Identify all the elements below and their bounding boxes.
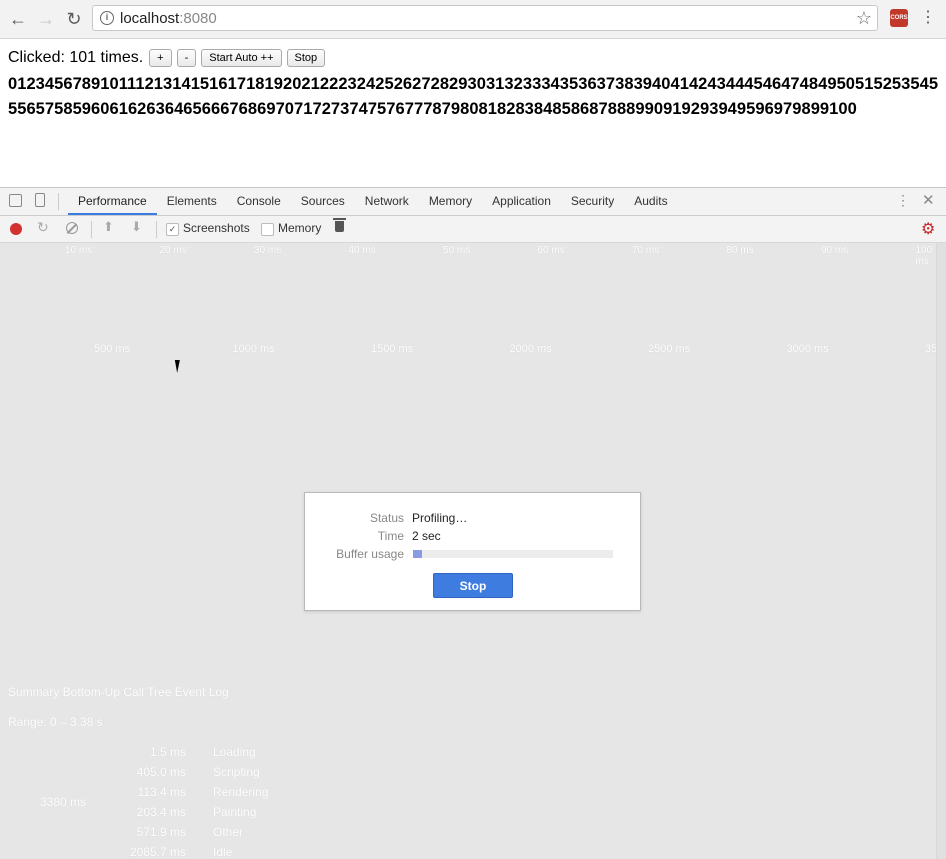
click-counter-text: Clicked: 101 times. bbox=[8, 49, 143, 67]
summary-row-value: 405.0 ms bbox=[0, 765, 186, 779]
load-profile-icon[interactable]: ⬆ bbox=[103, 219, 114, 235]
profiling-dialog: Status Profiling… Time 2 sec Buffer usag… bbox=[304, 492, 641, 611]
time-row: Time 2 sec bbox=[305, 529, 642, 545]
summary-row-value: 2085.7 ms bbox=[0, 845, 186, 859]
memory-checkbox[interactable] bbox=[261, 223, 274, 236]
divider bbox=[91, 221, 92, 238]
decrement-button[interactable]: - bbox=[177, 49, 197, 67]
memory-label: Memory bbox=[278, 221, 321, 235]
summary-row-label: Scripting bbox=[213, 765, 260, 779]
info-icon[interactable]: i bbox=[100, 11, 114, 25]
numbers-text: 0123456789101112131415161718192021222324… bbox=[8, 72, 943, 122]
summary-row-value: 113.4 ms bbox=[0, 785, 186, 799]
devtools-tabbar: PerformanceElementsConsoleSourcesNetwork… bbox=[0, 188, 946, 216]
overview-tick-label: 80 ms bbox=[727, 245, 754, 256]
time-label: Time bbox=[378, 529, 404, 543]
summary-row-value: 203.4 ms bbox=[0, 805, 186, 819]
divider bbox=[58, 193, 59, 210]
overview-tick-label: 40 ms bbox=[349, 245, 376, 256]
summary-row-label: Idle bbox=[213, 845, 232, 859]
screenshots-label: Screenshots bbox=[183, 221, 250, 235]
main-ruler: 500 ms 1000 ms 1500 ms 2000 ms 2500 ms 3000 m… bbox=[0, 343, 946, 357]
url-text[interactable]: localhost:8080 bbox=[120, 10, 217, 27]
overview-tick-label: 30 ms bbox=[254, 245, 281, 256]
summary-row-label: Other bbox=[213, 825, 243, 839]
main-tick-label: 3000 ms bbox=[787, 343, 829, 355]
inspect-element-icon[interactable] bbox=[9, 194, 22, 207]
scroll-strip[interactable] bbox=[936, 243, 946, 859]
tab-memory[interactable]: Memory bbox=[419, 188, 482, 215]
summary-row-label: Loading bbox=[213, 745, 256, 759]
arrow-left-icon[interactable]: ← bbox=[6, 7, 30, 31]
divider bbox=[156, 221, 157, 238]
tab-performance[interactable]: Performance bbox=[68, 188, 157, 215]
url-host: localhost bbox=[120, 10, 179, 27]
time-value: 2 sec bbox=[412, 529, 441, 543]
status-row: Status Profiling… bbox=[305, 511, 642, 527]
buffer-usage-bar bbox=[413, 550, 613, 558]
summary-row-label: Rendering bbox=[213, 785, 268, 799]
close-icon[interactable]: ✕ bbox=[922, 191, 935, 209]
tab-application[interactable]: Application bbox=[482, 188, 561, 215]
performance-toolbar: ↻ ⬆ ⬇ ✓ Screenshots Memory ⚙ bbox=[0, 216, 946, 243]
main-tick-label: 1500 ms bbox=[371, 343, 413, 355]
clear-icon[interactable] bbox=[66, 222, 78, 234]
address-bar[interactable]: i localhost:8080 ☆ bbox=[92, 5, 878, 31]
overview-tick-label: 90 ms bbox=[821, 245, 848, 256]
overview-tick-label: 60 ms bbox=[538, 245, 565, 256]
more-options-icon[interactable]: ⋮ bbox=[896, 192, 910, 209]
start-auto-button[interactable]: Start Auto ++ bbox=[201, 49, 281, 67]
cors-extension-icon[interactable]: CORS bbox=[890, 9, 908, 27]
summary-row-value: 1.5 ms bbox=[0, 745, 186, 759]
overview-tick-label: 70 ms bbox=[632, 245, 659, 256]
record-icon[interactable] bbox=[10, 223, 22, 235]
status-label: Status bbox=[370, 511, 404, 525]
page-content: Clicked: 101 times. + - Start Auto ++ St… bbox=[0, 39, 946, 187]
devtools-tabs: PerformanceElementsConsoleSourcesNetwork… bbox=[68, 188, 678, 215]
buffer-usage-fill bbox=[413, 550, 422, 558]
tab-audits[interactable]: Audits bbox=[624, 188, 677, 215]
main-tick-label: 500 ms bbox=[94, 343, 130, 355]
counter-row: Clicked: 101 times. + - Start Auto ++ St… bbox=[8, 49, 330, 67]
save-profile-icon[interactable]: ⬇ bbox=[131, 219, 142, 235]
tab-elements[interactable]: Elements bbox=[157, 188, 227, 215]
tab-console[interactable]: Console bbox=[227, 188, 291, 215]
arrow-right-icon[interactable]: → bbox=[34, 7, 58, 31]
overview-tick-label: 20 ms bbox=[160, 245, 187, 256]
buffer-label: Buffer usage bbox=[336, 547, 404, 561]
device-toolbar-icon[interactable] bbox=[35, 193, 45, 207]
star-icon[interactable]: ☆ bbox=[856, 8, 872, 29]
stop-button[interactable]: Stop bbox=[287, 49, 326, 67]
summary-row-label: Painting bbox=[213, 805, 256, 819]
tab-sources[interactable]: Sources bbox=[291, 188, 355, 215]
more-menu-icon[interactable]: ⋮ bbox=[920, 9, 936, 29]
main-tick-label: 2500 ms bbox=[648, 343, 690, 355]
main-tick-label: 2000 ms bbox=[510, 343, 552, 355]
overview-tick-label: 10 ms bbox=[65, 245, 92, 256]
mouse-cursor bbox=[175, 360, 187, 373]
stop-profiling-button[interactable]: Stop bbox=[433, 573, 513, 598]
overview-ruler: 10 ms 20 ms 30 ms 40 ms 50 ms 60 ms 70 ms 80 ms… bbox=[0, 245, 946, 259]
increment-button[interactable]: + bbox=[149, 49, 171, 67]
tab-network[interactable]: Network bbox=[355, 188, 419, 215]
main-tick-label: 1000 ms bbox=[233, 343, 275, 355]
reload-icon[interactable]: ↻ bbox=[62, 7, 86, 31]
tab-security[interactable]: Security bbox=[561, 188, 624, 215]
trash-icon[interactable] bbox=[335, 221, 344, 232]
summary-range: Range: 0 – 3.38 s bbox=[8, 715, 103, 729]
url-port: :8080 bbox=[179, 10, 217, 27]
reload-profile-icon[interactable]: ↻ bbox=[37, 219, 49, 236]
summary-row-value: 571.9 ms bbox=[0, 825, 186, 839]
screenshots-checkbox[interactable]: ✓ bbox=[166, 223, 179, 236]
extension-label: CORS bbox=[890, 15, 907, 21]
overview-tick-label: 50 ms bbox=[443, 245, 470, 256]
status-value: Profiling… bbox=[412, 511, 467, 525]
summary-tabs[interactable]: Summary Bottom-Up Call Tree Event Log bbox=[8, 685, 229, 699]
gear-icon[interactable]: ⚙ bbox=[921, 219, 935, 239]
browser-toolbar: ← → ↻ i localhost:8080 ☆ CORS ⋮ bbox=[0, 0, 946, 39]
